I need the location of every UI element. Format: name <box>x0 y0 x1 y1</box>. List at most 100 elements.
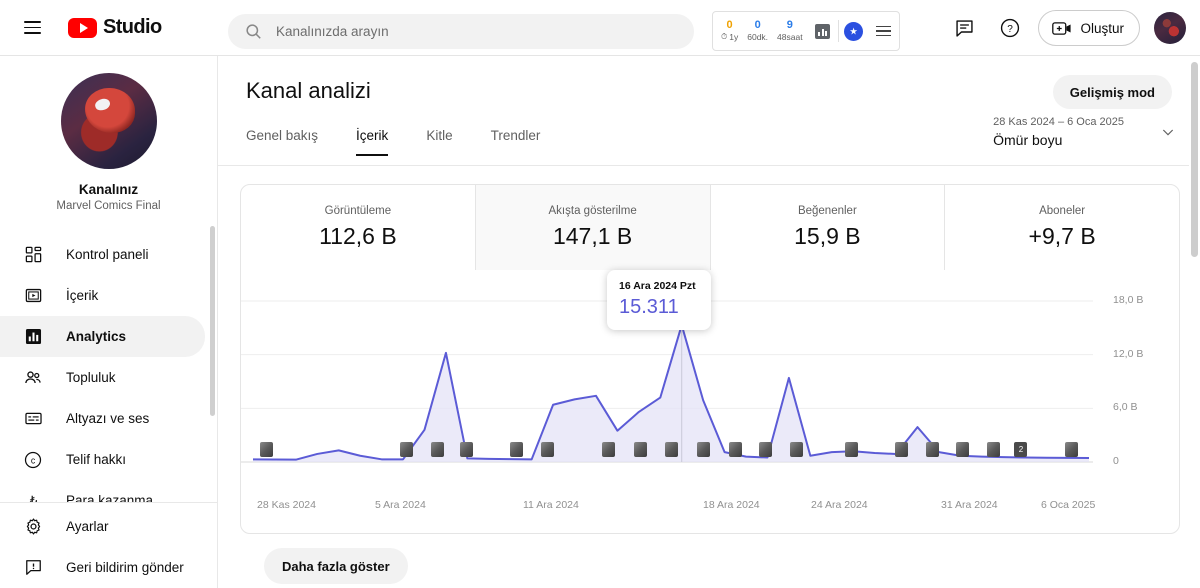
app-badge-button[interactable]: ★ <box>839 12 869 50</box>
video-thumb-marker[interactable] <box>259 442 273 457</box>
top-bar: Studio 0 ⏱ 1y 0 60dk. 9 48saat <box>0 0 1200 56</box>
counters-menu-button[interactable] <box>869 12 899 50</box>
feedback-icon <box>22 557 44 579</box>
search-input[interactable] <box>276 24 678 39</box>
video-thumb-marker[interactable] <box>955 442 969 457</box>
feedback-button[interactable] <box>944 8 984 48</box>
bar-chart-icon <box>815 23 831 39</box>
video-thumb-marker[interactable] <box>925 442 939 457</box>
create-button[interactable]: Oluştur <box>1038 10 1140 46</box>
chart-x-tick-label: 24 Ara 2024 <box>811 499 868 511</box>
avatar[interactable] <box>1154 12 1186 44</box>
video-thumb-marker[interactable] <box>460 442 474 457</box>
page-scrollbar-thumb[interactable] <box>1191 62 1198 257</box>
sidebar-item-topluluk[interactable]: Topluluk <box>0 357 217 398</box>
chart-y-tick-label: 6,0 B <box>1113 401 1138 414</box>
counter-60dk[interactable]: 0 60dk. <box>747 19 768 42</box>
counter-48saat-value: 9 <box>786 19 793 32</box>
chart-area[interactable]: 0 6,0 B 12,0 B 18,0 B 28 Kas 2024 5 Ara 2024… <box>241 270 1179 533</box>
sidebar-item-ayarlar[interactable]: Ayarlar <box>0 506 217 547</box>
dashboard-icon <box>22 244 44 266</box>
help-button[interactable]: ? <box>990 8 1030 48</box>
page-title: Kanal analizi <box>246 78 371 103</box>
video-thumb-marker[interactable] <box>728 442 742 457</box>
advanced-mode-button[interactable]: Gelişmiş mod <box>1052 75 1172 109</box>
search-box[interactable] <box>228 14 694 49</box>
sidebar-scrollbar-thumb[interactable] <box>210 226 215 416</box>
sidebar: Kanalınız Marvel Comics Final Kontrol pa… <box>0 56 218 588</box>
sidebar-item-label: Kontrol paneli <box>66 247 149 262</box>
tooltip-date: 16 Ara 2024 Pzt <box>619 280 696 292</box>
sidebar-item-altyazi-ve-ses[interactable]: Altyazı ve ses <box>0 398 217 439</box>
video-thumb-marker[interactable] <box>665 442 678 457</box>
counter-48saat[interactable]: 9 48saat <box>777 19 803 42</box>
chart-x-tick-label: 31 Ara 2024 <box>941 499 998 511</box>
tab-trendler[interactable]: Trendler <box>472 118 560 156</box>
counter-60dk-value: 0 <box>754 19 761 32</box>
studio-logo[interactable]: Studio <box>68 16 162 39</box>
sidebar-item-analytics[interactable]: Analytics <box>0 316 205 357</box>
metric-card-aboneler[interactable]: Aboneler +9,7 B <box>945 185 1179 270</box>
metric-card-akista-gosterilme[interactable]: Akışta gösterilme 147,1 B <box>475 185 711 270</box>
video-thumb-marker[interactable] <box>844 442 858 457</box>
chart-x-tick-label: 11 Ara 2024 <box>523 499 579 511</box>
tab-kitle[interactable]: Kitle <box>407 118 471 156</box>
sidebar-item-telif-hakki[interactable]: c Telif hakkı <box>0 439 217 480</box>
video-thumb-marker[interactable] <box>602 442 616 457</box>
chart-y-tick-label: 18,0 B <box>1113 294 1144 306</box>
video-thumb-marker[interactable] <box>1064 442 1078 457</box>
create-button-label: Oluştur <box>1080 20 1124 36</box>
sidebar-item-label: Telif hakkı <box>66 452 127 467</box>
video-thumb-marker[interactable] <box>894 442 908 457</box>
tab-icerik[interactable]: İçerik <box>337 118 407 156</box>
list-menu-icon <box>876 25 892 37</box>
metric-card-goruntuleme[interactable]: Görüntüleme 112,6 B <box>241 185 476 270</box>
video-thumb-marker[interactable] <box>759 442 773 457</box>
brand-label: Studio <box>103 16 162 38</box>
clock-icon: ⏱ <box>721 31 728 41</box>
main-content: Kanal analizi Gelişmiş mod Genel bakış İ… <box>218 56 1200 588</box>
help-icon: ? <box>1001 18 1020 38</box>
metric-card-begenenler[interactable]: Beğenenler 15,9 B <box>711 185 946 270</box>
search-icon <box>246 24 261 39</box>
video-thumb-marker[interactable] <box>399 442 413 457</box>
content-icon <box>22 285 44 307</box>
sidebar-scrollbar[interactable] <box>210 226 215 536</box>
page-scrollbar[interactable] <box>1189 56 1200 588</box>
date-range-preset: Ömür boyu <box>993 132 1063 148</box>
video-thumb-marker[interactable] <box>634 442 648 457</box>
gear-icon <box>22 516 44 538</box>
video-thumb-marker[interactable] <box>696 442 710 457</box>
chart-x-tick-label: 28 Kas 2024 <box>257 499 316 511</box>
channel-avatar[interactable] <box>60 73 157 169</box>
counter-1y[interactable]: 0 ⏱ 1y <box>721 20 738 42</box>
copyright-icon: c <box>22 449 44 471</box>
sidebar-item-label: Geri bildirim gönder <box>66 560 184 575</box>
chart-x-tick-label: 18 Ara 2024 <box>703 499 760 511</box>
sidebar-item-label: Ayarlar <box>66 519 109 534</box>
sidebar-item-icerik[interactable]: İçerik <box>0 275 217 316</box>
video-thumb-marker[interactable] <box>986 442 1000 457</box>
metric-value: +9,7 B <box>1028 223 1096 249</box>
community-icon <box>22 367 44 389</box>
show-more-button-1[interactable]: Daha fazla göster <box>264 548 408 584</box>
tab-genel-bakis[interactable]: Genel bakış <box>246 118 337 156</box>
video-thumb-marker[interactable] <box>430 442 444 457</box>
video-thumb-marker[interactable] <box>541 442 555 457</box>
bar-chart-button[interactable] <box>808 12 838 50</box>
metric-label: Beğenenler <box>797 205 857 217</box>
sidebar-item-geri-bildirim[interactable]: Geri bildirim gönder <box>0 547 217 588</box>
counters-widget: 0 ⏱ 1y 0 60dk. 9 48saat ★ <box>712 11 900 51</box>
video-count-marker[interactable]: 2 <box>1014 442 1028 457</box>
channel-block[interactable]: Kanalınız Marvel Comics Final <box>0 56 217 212</box>
video-thumb-marker[interactable] <box>790 442 804 457</box>
metric-value: 112,6 B <box>319 223 397 249</box>
chevron-down-icon <box>1160 124 1176 145</box>
sidebar-item-kontrol-paneli[interactable]: Kontrol paneli <box>0 234 217 275</box>
video-thumb-marker[interactable] <box>510 442 524 457</box>
sidebar-item-label: İçerik <box>66 288 99 303</box>
date-range-value: 28 Kas 2024 – 6 Oca 2025 <box>993 116 1124 128</box>
analytics-panel: Görüntüleme 112,6 B Akışta gösterilme 14… <box>240 184 1180 534</box>
date-range-selector[interactable]: 28 Kas 2024 – 6 Oca 2025 Ömür boyu <box>993 116 1176 148</box>
hamburger-icon[interactable] <box>12 8 52 48</box>
